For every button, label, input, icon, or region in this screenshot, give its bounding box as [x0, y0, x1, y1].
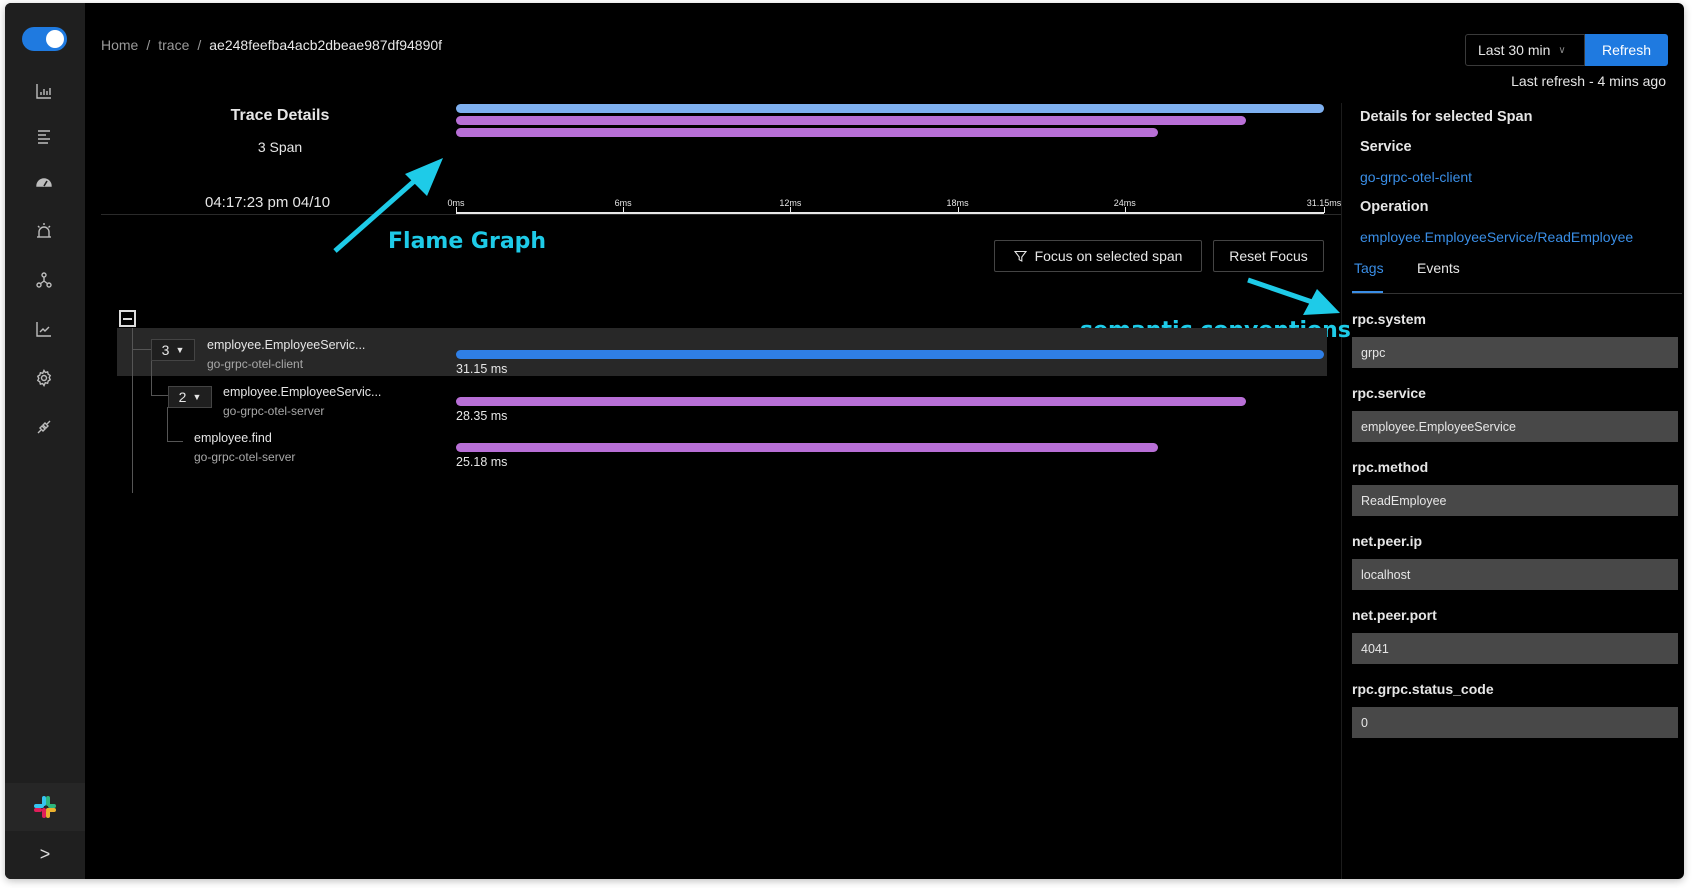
line-chart-icon[interactable] — [31, 316, 57, 342]
operation-link[interactable]: employee.EmployeeService/ReadEmployee — [1360, 229, 1633, 245]
app-window: > Home / trace / ae248feefba4acb2dbeae98… — [5, 3, 1684, 879]
tree-connector — [167, 407, 168, 442]
span-service: go-grpc-otel-server — [194, 450, 296, 464]
span-duration-bar[interactable] — [456, 397, 1246, 406]
service-link[interactable]: go-grpc-otel-client — [1360, 169, 1472, 185]
time-range-value: Last 30 min — [1478, 42, 1551, 58]
bar-chart-icon[interactable] — [31, 78, 57, 104]
trace-summary: Trace Details 3 Span — [185, 107, 375, 155]
operation-label: Operation — [1360, 199, 1429, 215]
dashboard-gauge-icon[interactable] — [31, 169, 57, 195]
breadcrumb-trace[interactable]: trace — [158, 37, 189, 53]
span-duration-bar[interactable] — [456, 443, 1158, 452]
span-name: employee.EmployeeServic... — [223, 385, 382, 399]
tree-connector — [151, 361, 152, 396]
tab-events[interactable]: Events — [1417, 260, 1460, 276]
time-controls: Last 30 min ∨ Refresh — [1465, 34, 1668, 66]
child-count: 2 — [178, 389, 187, 405]
trace-timestamp: 04:17:23 pm 04/10 — [205, 194, 331, 211]
gear-icon[interactable] — [31, 365, 57, 391]
tree-connector — [132, 328, 133, 493]
focus-label: Focus on selected span — [1034, 248, 1183, 264]
slack-icon — [34, 796, 56, 818]
semantic-conventions-arrow-icon — [1247, 277, 1340, 315]
tab-tags[interactable]: Tags — [1354, 260, 1384, 276]
time-range-select[interactable]: Last 30 min ∨ — [1465, 34, 1585, 66]
service-map-icon[interactable] — [31, 267, 57, 293]
toggle-knob — [46, 30, 64, 48]
tag-key: rpc.grpc.status_code — [1352, 681, 1494, 697]
span-name: employee.EmployeeServic... — [207, 338, 366, 352]
axis-tick-label: 6ms — [614, 198, 632, 208]
span-duration-label: 28.35 ms — [456, 409, 508, 423]
caret-down-icon: ▼ — [175, 345, 185, 355]
panel-divider — [1341, 103, 1342, 879]
list-icon[interactable] — [31, 123, 57, 149]
tag-key: rpc.service — [1352, 385, 1426, 401]
theme-toggle[interactable] — [22, 27, 67, 51]
trace-details-title: Trace Details — [230, 107, 330, 124]
span-duration-bar[interactable] — [456, 350, 1324, 359]
tag-value-field[interactable]: 4041 — [1352, 633, 1678, 664]
breadcrumb-separator: / — [197, 37, 202, 53]
chevron-down-icon: ∨ — [1558, 44, 1566, 56]
tag-value-field[interactable]: localhost — [1352, 559, 1678, 590]
collapse-all-button[interactable] — [119, 310, 136, 327]
breadcrumb-trace-id: ae248feefba4acb2dbeae987df94890f — [209, 37, 443, 53]
expand-children-button[interactable]: 3 ▼ — [151, 339, 195, 361]
reset-focus-button[interactable]: Reset Focus — [1213, 240, 1324, 272]
caret-down-icon: ▼ — [192, 392, 202, 402]
last-refresh-text: Last refresh - 4 mins ago — [1511, 73, 1666, 89]
flame-graph-bar[interactable] — [456, 128, 1158, 137]
filter-icon — [1013, 250, 1027, 262]
breadcrumb-home[interactable]: Home — [101, 37, 138, 53]
flame-graph-annotation: Flame Graph — [388, 229, 547, 254]
span-service: go-grpc-otel-client — [207, 357, 304, 371]
axis-tick-label: 24ms — [1113, 198, 1136, 208]
tag-value-field[interactable]: employee.EmployeeService — [1352, 411, 1678, 442]
tree-connector — [167, 441, 183, 442]
tag-value-field[interactable]: ReadEmployee — [1352, 485, 1678, 516]
axis-tick-label: 31.15ms — [1306, 198, 1342, 208]
divider — [101, 214, 1341, 215]
sidebar: > — [5, 3, 85, 879]
details-title: Details for selected Span — [1360, 109, 1533, 125]
child-count: 3 — [161, 342, 170, 358]
span-count: 3 Span — [257, 139, 303, 155]
slack-button[interactable] — [5, 783, 85, 831]
axis-tick-label: 12ms — [779, 198, 802, 208]
expand-sidebar-button[interactable]: > — [5, 839, 85, 869]
span-name: employee.find — [194, 431, 272, 445]
plug-icon[interactable] — [31, 414, 57, 440]
tab-divider — [1352, 293, 1682, 294]
tag-key: net.peer.port — [1352, 607, 1437, 623]
axis-tick-label: 18ms — [946, 198, 969, 208]
span-duration-label: 31.15 ms — [456, 362, 508, 376]
focus-selected-span-button[interactable]: Focus on selected span — [994, 240, 1202, 272]
tag-value-field[interactable]: 0 — [1352, 707, 1678, 738]
flame-graph-bar[interactable] — [456, 116, 1246, 125]
active-tab-indicator — [1352, 291, 1383, 293]
tag-value-field[interactable]: grpc — [1352, 337, 1678, 368]
span-duration-label: 25.18 ms — [456, 455, 508, 469]
tag-key: net.peer.ip — [1352, 533, 1423, 549]
span-service: go-grpc-otel-server — [223, 404, 325, 418]
breadcrumb-separator: / — [146, 37, 151, 53]
tag-key: rpc.method — [1352, 459, 1429, 475]
minus-icon — [123, 317, 132, 320]
expand-children-button[interactable]: 2 ▼ — [168, 386, 212, 408]
breadcrumb: Home / trace / ae248feefba4acb2dbeae987d… — [101, 37, 442, 53]
tag-key: rpc.system — [1352, 311, 1426, 327]
refresh-button[interactable]: Refresh — [1585, 34, 1668, 66]
service-label: Service — [1360, 139, 1412, 155]
alert-siren-icon[interactable] — [31, 218, 57, 244]
flame-graph-bar[interactable] — [456, 104, 1324, 113]
